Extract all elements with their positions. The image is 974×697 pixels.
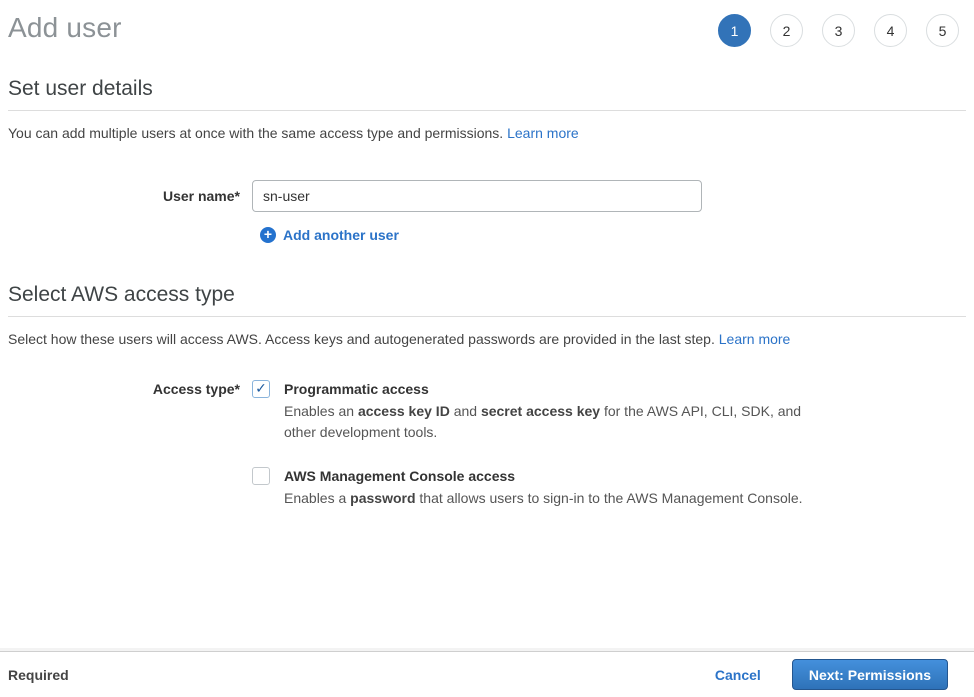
wizard-step-indicator: 1 2 3 4 5 (718, 10, 959, 47)
user-details-description: You can add multiple users at once with … (8, 123, 966, 143)
section-heading-access-type: Select AWS access type (8, 283, 966, 317)
wizard-footer: Required Cancel Next: Permissions (0, 651, 974, 697)
user-name-label: User name* (8, 180, 252, 204)
user-name-input[interactable] (252, 180, 702, 212)
cancel-button[interactable]: Cancel (715, 667, 761, 683)
programmatic-access-checkbox[interactable]: ✓ (252, 380, 270, 398)
step-2-indicator: 2 (770, 14, 803, 47)
access-type-label: Access type* (8, 379, 252, 397)
page-title: Add user (8, 12, 122, 44)
add-another-user-label: Add another user (283, 227, 399, 243)
programmatic-access-description: Enables an access key ID and secret acce… (284, 401, 812, 443)
learn-more-link-user-details[interactable]: Learn more (507, 125, 579, 141)
user-details-description-text: You can add multiple users at once with … (8, 125, 507, 141)
required-label: Required (8, 667, 69, 683)
add-another-user-button[interactable]: + Add another user (260, 227, 966, 243)
step-1-indicator: 1 (718, 14, 751, 47)
step-4-indicator: 4 (874, 14, 907, 47)
programmatic-access-option: ✓ Programmatic access Enables an access … (252, 379, 966, 443)
access-type-description: Select how these users will access AWS. … (8, 329, 966, 349)
console-access-checkbox[interactable] (252, 467, 270, 485)
checkmark-icon: ✓ (255, 381, 267, 395)
plus-circle-icon: + (260, 227, 276, 243)
section-heading-user-details: Set user details (8, 77, 966, 111)
step-3-indicator: 3 (822, 14, 855, 47)
page-header: Add user 1 2 3 4 5 (0, 0, 974, 47)
step-5-indicator: 5 (926, 14, 959, 47)
access-type-description-text: Select how these users will access AWS. … (8, 331, 719, 347)
console-access-title: AWS Management Console access (284, 466, 803, 486)
console-access-description: Enables a password that allows users to … (284, 488, 803, 509)
next-permissions-button[interactable]: Next: Permissions (792, 659, 948, 690)
learn-more-link-access-type[interactable]: Learn more (719, 331, 791, 347)
programmatic-access-title: Programmatic access (284, 379, 812, 399)
console-access-option: AWS Management Console access Enables a … (252, 466, 966, 509)
